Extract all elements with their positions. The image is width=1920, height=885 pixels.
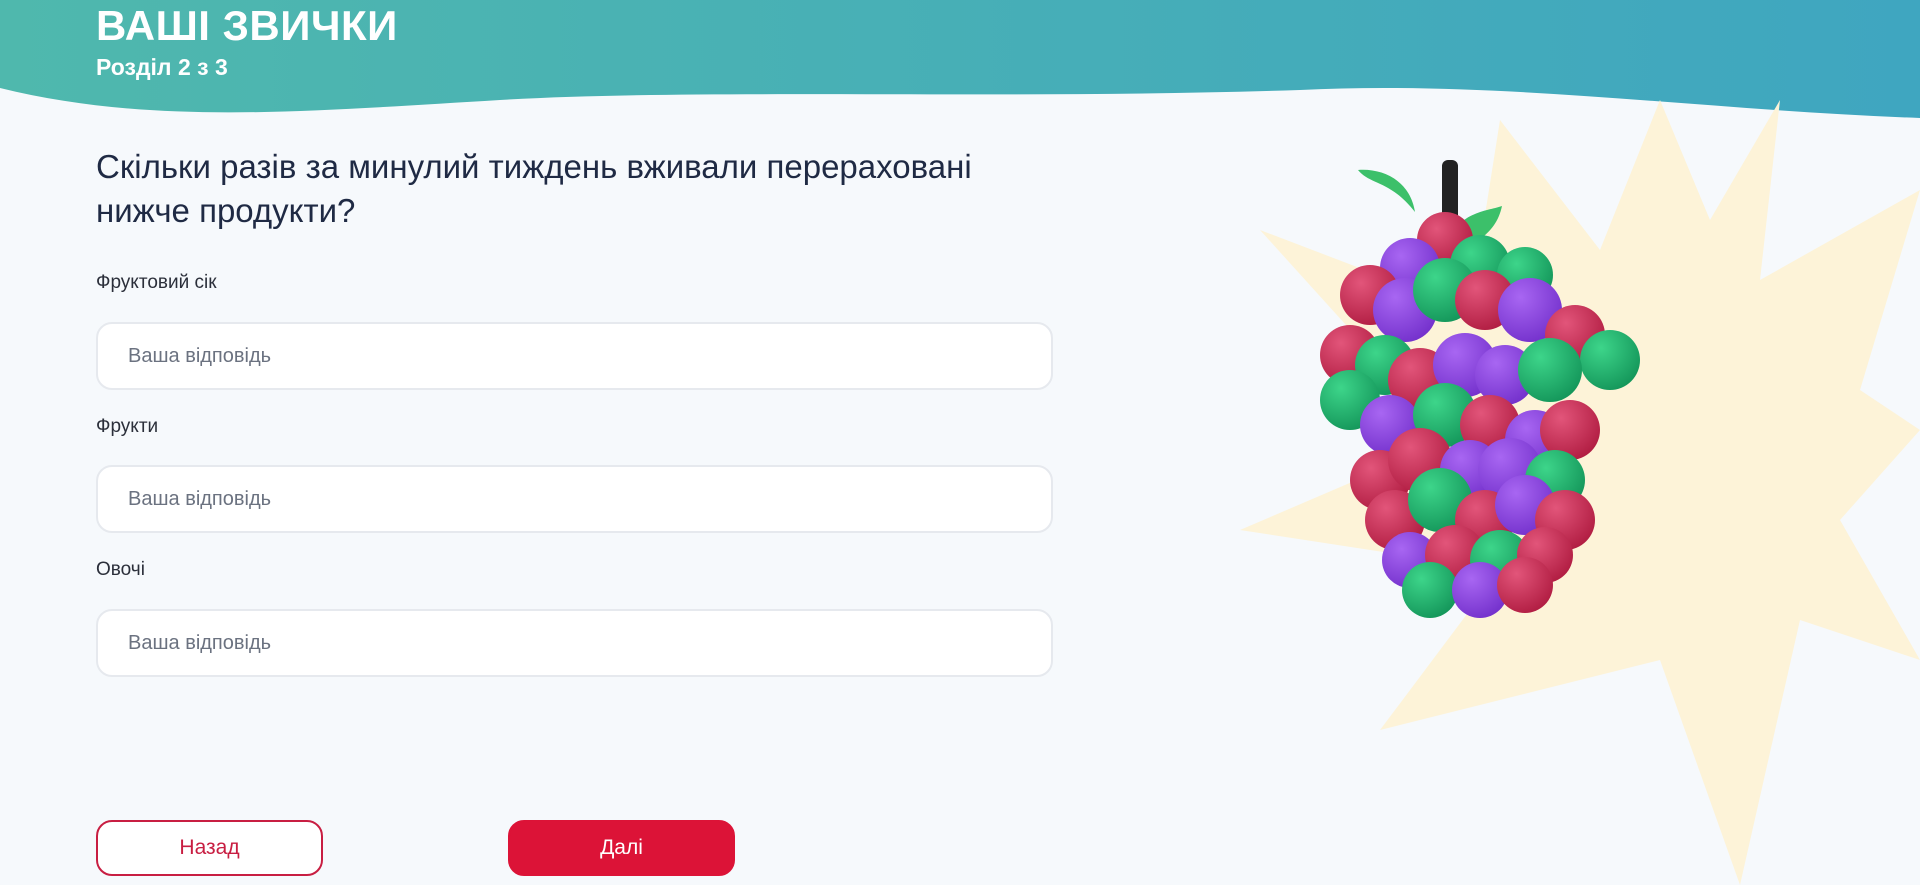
field-label-vegetables: Овочі xyxy=(96,559,145,580)
fruits-input[interactable] xyxy=(96,465,1053,533)
grapes-illustration xyxy=(1320,160,1640,618)
section-progress: Розділ 2 з 3 xyxy=(96,54,228,80)
vegetables-input[interactable] xyxy=(96,609,1053,677)
back-button[interactable]: Назад xyxy=(96,820,323,876)
question-text: Скільки разів за минулий тиждень вживали… xyxy=(96,148,972,229)
next-button[interactable]: Далі xyxy=(508,820,735,876)
page-title: ВАШІ ЗВИЧКИ xyxy=(96,2,398,49)
fruit-juice-input[interactable] xyxy=(96,322,1053,390)
field-label-fruits: Фрукти xyxy=(96,416,159,437)
field-label-fruit-juice: Фруктовий сік xyxy=(96,272,217,293)
